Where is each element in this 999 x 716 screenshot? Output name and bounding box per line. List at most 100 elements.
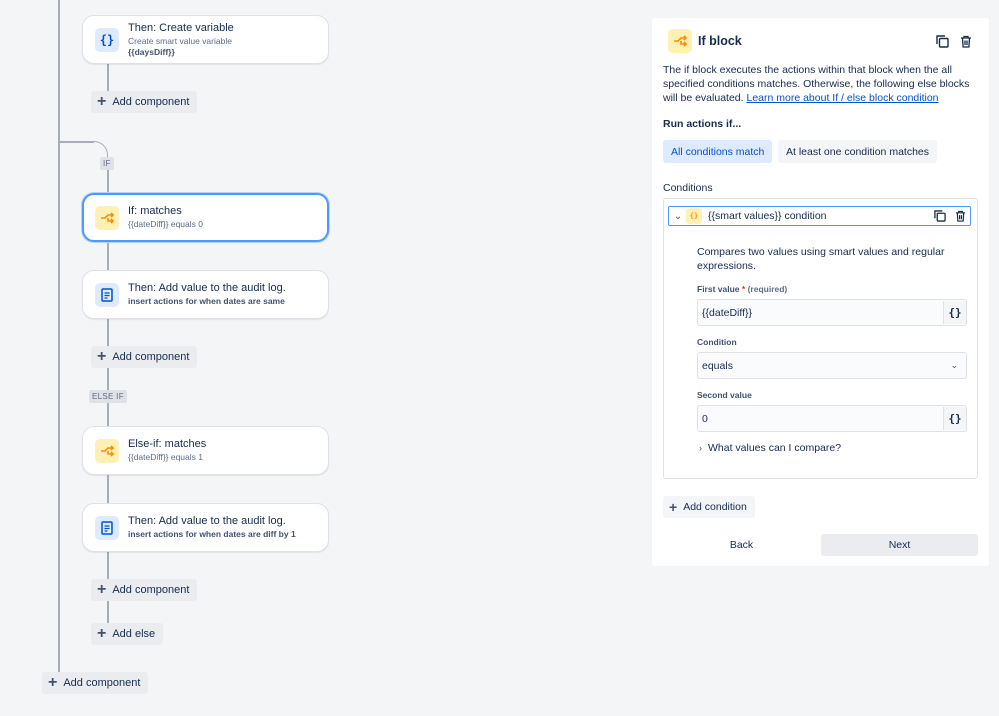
condition-select[interactable]: equals ⌄ <box>697 352 967 379</box>
add-component-label: Add component <box>112 96 190 108</box>
add-component-button[interactable]: + Add component <box>91 346 198 368</box>
add-component-label: Add component <box>63 677 141 689</box>
rule-flow-canvas: {} Then: Create variable Create smart va… <box>0 0 640 716</box>
next-button[interactable]: Next <box>821 534 978 556</box>
first-value-text: {{dateDiff}} <box>702 306 753 319</box>
connector <box>107 474 109 504</box>
condition-select-value: equals <box>702 359 733 372</box>
card-subtitle-text: insert actions for when dates are diff b… <box>128 529 296 539</box>
condition-description: Compares two values using smart values a… <box>697 246 945 272</box>
connector <box>107 241 109 271</box>
card-title: Else-if: matches <box>128 439 207 451</box>
chevron-down-icon: ⌄ <box>950 360 958 370</box>
branch-icon <box>668 29 692 53</box>
connector <box>107 318 109 347</box>
branch-icon-svg <box>101 211 114 224</box>
all-conditions-option[interactable]: All conditions match <box>663 140 773 163</box>
condition-header[interactable]: ⌄ {} {{smart values}} condition <box>668 206 971 226</box>
connector <box>107 367 109 390</box>
panel-title: If block <box>698 34 742 48</box>
card-subtitle: {{dateDiff}} equals 0 <box>128 219 203 229</box>
smart-value-button[interactable]: {} <box>943 301 966 324</box>
chevron-right-icon: › <box>699 443 702 453</box>
card-variable-name-text: {{daysDiff}} <box>128 47 175 57</box>
compare-help-expander[interactable]: › What values can I compare? <box>697 442 967 454</box>
condition-title: {{smart values}} condition <box>708 210 827 222</box>
plus-icon: + <box>97 581 107 598</box>
duplicate-icon[interactable] <box>933 209 947 223</box>
condition-actions <box>933 209 967 223</box>
card-title: Then: Add value to the audit log. <box>128 283 286 295</box>
conditions-label: Conditions <box>663 182 713 194</box>
header-actions <box>935 34 973 48</box>
add-condition-button[interactable]: + Add condition <box>663 496 755 518</box>
add-else-button[interactable]: + Add else <box>91 623 164 645</box>
required-note: (required) <box>747 284 788 294</box>
connector <box>107 170 109 195</box>
card-subtitle: insert actions for when dates are diff b… <box>128 530 296 539</box>
branch-icon-svg <box>674 35 687 47</box>
else-if-tag: ELSE IF <box>89 390 127 403</box>
flow-card-audit-log[interactable]: Then: Add value to the audit log. insert… <box>82 270 329 319</box>
delete-icon-svg <box>961 35 971 48</box>
add-component-label: Add component <box>112 584 190 596</box>
branch-icon <box>95 438 119 463</box>
first-value-input[interactable]: {{dateDiff}} {} <box>697 299 967 326</box>
panel-description: The if block executes the actions within… <box>663 63 981 105</box>
flow-card-create-variable[interactable]: {} Then: Create variable Create smart va… <box>82 15 329 64</box>
add-component-button[interactable]: + Add component <box>42 672 149 694</box>
card-subtitle: insert actions for when dates are same <box>128 297 286 306</box>
condition-body: Compares two values using smart values a… <box>697 245 967 454</box>
smart-value-button[interactable]: {} <box>943 407 966 430</box>
required-mark: * <box>741 284 746 294</box>
add-condition-label: Add condition <box>683 501 747 513</box>
condition-label: Condition <box>697 337 737 347</box>
second-value-text: 0 <box>702 412 708 425</box>
connector <box>107 403 109 427</box>
card-subtitle-text: insert actions for when dates are same <box>128 296 285 306</box>
conditions-list: ⌄ {} {{smart values}} condition Compares… <box>663 198 978 479</box>
document-icon <box>95 515 119 540</box>
plus-icon: + <box>97 93 107 110</box>
expander-label: What values can I compare? <box>708 442 842 454</box>
connector <box>107 64 109 92</box>
branch-icon <box>95 205 119 230</box>
plus-icon: + <box>48 674 58 691</box>
flow-card-audit-log[interactable]: Then: Add value to the audit log. insert… <box>82 503 329 552</box>
connector <box>107 551 109 580</box>
branch-icon-svg <box>101 444 114 457</box>
plus-icon: + <box>97 348 107 365</box>
outer-connector <box>58 0 60 677</box>
second-value-input[interactable]: 0 {} <box>697 405 967 432</box>
any-condition-option[interactable]: At least one condition matches <box>778 140 938 163</box>
add-component-button[interactable]: + Add component <box>91 91 198 113</box>
card-subtitle: Create smart value variable <box>128 35 232 46</box>
connector <box>107 600 109 624</box>
learn-more-link[interactable]: Learn more about If / else block conditi… <box>746 92 938 104</box>
flow-card-if-matches[interactable]: If: matches {{dateDiff}} equals 0 <box>82 193 329 242</box>
delete-icon-svg <box>955 210 965 222</box>
braces-icon: {} <box>95 27 119 52</box>
panel-header: If block <box>668 29 973 53</box>
chevron-down-icon[interactable]: ⌄ <box>672 211 684 222</box>
flow-card-else-if-matches[interactable]: Else-if: matches {{dateDiff}} equals 1 <box>82 426 329 475</box>
run-actions-label: Run actions if... <box>663 118 742 130</box>
card-title: If: matches <box>128 206 182 218</box>
if-block-config-panel: If block The if block executes the actio… <box>652 18 989 566</box>
add-else-label: Add else <box>112 628 156 640</box>
delete-icon[interactable] <box>953 209 967 223</box>
smart-value-icon: {} <box>686 208 702 224</box>
delete-icon[interactable] <box>959 34 973 48</box>
document-icon <box>95 282 119 307</box>
add-component-button[interactable]: + Add component <box>91 579 198 601</box>
duplicate-icon-svg <box>934 210 946 222</box>
second-value-label: Second value <box>697 390 752 400</box>
if-tag: IF <box>100 157 114 170</box>
card-title: Then: Create variable <box>128 22 234 34</box>
add-component-label: Add component <box>112 351 190 363</box>
plus-icon: + <box>97 625 107 642</box>
plus-icon: + <box>669 499 678 515</box>
card-subtitle: {{dateDiff}} equals 1 <box>128 452 203 462</box>
back-button[interactable]: Back <box>663 534 820 556</box>
duplicate-icon[interactable] <box>935 34 949 48</box>
